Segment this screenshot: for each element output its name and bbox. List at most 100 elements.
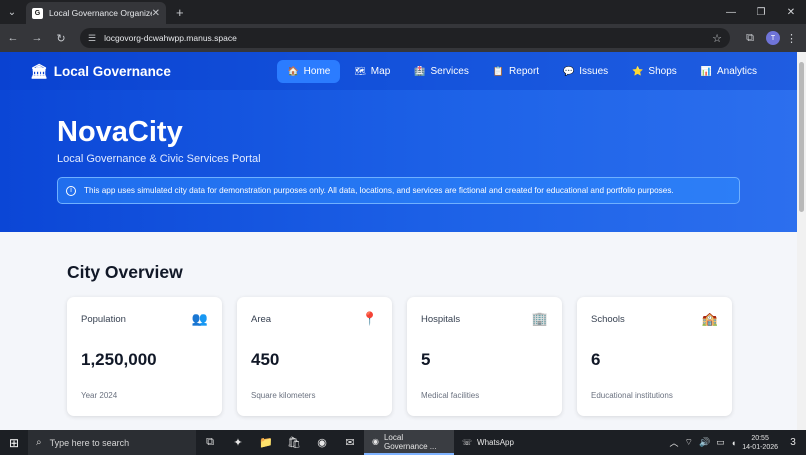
nav-item-report[interactable]: 📋 Report <box>483 60 549 83</box>
page-scrollbar[interactable] <box>797 52 806 430</box>
notification-count: 3 <box>790 437 796 448</box>
nav-issues-icon: 💬 <box>563 65 575 76</box>
browser-menu-icon[interactable]: ⋮ <box>786 32 797 45</box>
nav-item-label: Analytics <box>716 65 757 77</box>
minimize-icon[interactable]: — <box>716 0 746 24</box>
nav-menu: 🏠 Home 🗺 Map 🏥 Services 📋 Report 💬 Issues ⭐ Shops 📊 A… <box>277 59 767 83</box>
overview-cards: Population 👥 1,250,000 Year 2024 Area 📍 450 Squ… <box>67 297 732 416</box>
forward-icon[interactable]: → <box>26 27 48 49</box>
clock-date: 14-01-2026 <box>742 443 778 451</box>
task-view-icon[interactable]: ⧉ <box>196 430 224 455</box>
clock-time: 20:55 <box>751 434 769 442</box>
profile-avatar[interactable]: T <box>766 31 780 45</box>
nav-item-label: Report <box>509 65 540 77</box>
tab-favicon: G <box>32 7 43 19</box>
address-bar[interactable]: ☰ locgovorg-dcwahwpp.manus.space ☆ <box>80 28 730 48</box>
nav-analytics-icon: 📊 <box>700 65 712 76</box>
window-controls: — ❐ ✕ <box>716 0 806 24</box>
nav-item-shops[interactable]: ⭐ Shops <box>622 60 687 83</box>
stat-value: 6 <box>591 350 601 369</box>
stat-value: 5 <box>421 350 431 369</box>
nav-shops-icon: ⭐ <box>632 65 644 76</box>
tab-title: Local Governance Organizer <box>49 8 152 18</box>
nav-item-analytics[interactable]: 📊 Analytics <box>691 60 767 83</box>
reload-icon[interactable]: ↻ <box>50 27 72 49</box>
volume-icon[interactable]: 🔊 <box>699 437 710 448</box>
demo-notice-banner: i This app uses simulated city data for … <box>57 177 740 204</box>
tab-search-icon[interactable]: ⌄ <box>0 0 24 24</box>
tab-close-icon[interactable]: ✕ <box>152 8 160 19</box>
nav-home-icon: 🏠 <box>287 65 299 76</box>
window-close-icon[interactable]: ✕ <box>776 0 806 24</box>
speaker-icon[interactable]: ◖ <box>731 438 736 448</box>
network-icon[interactable]: ⌔ <box>685 437 693 448</box>
brand[interactable]: 🏛 Local Governance <box>30 63 171 80</box>
mail-icon[interactable]: ✉ <box>336 430 364 455</box>
bookmark-star-icon[interactable]: ☆ <box>712 32 722 45</box>
nav-item-services[interactable]: 🏥 Services <box>404 60 479 83</box>
browser-toolbar: ← → ↻ ☰ locgovorg-dcwahwpp.manus.space ☆… <box>0 24 806 52</box>
nav-item-home[interactable]: 🏠 Home <box>277 59 341 83</box>
store-icon[interactable]: 🛍 <box>280 430 308 455</box>
file-explorer-icon[interactable]: 📁 <box>252 430 280 455</box>
restore-icon[interactable]: ❐ <box>746 0 776 24</box>
nav-item-map[interactable]: 🗺 Map <box>344 60 400 83</box>
taskbar-app-browser[interactable]: ◉ Local Governance ... <box>364 430 454 455</box>
whatsapp-icon: ☏ <box>462 438 473 447</box>
brand-name: Local Governance <box>53 63 171 79</box>
battery-icon[interactable]: ▭ <box>716 437 725 448</box>
stat-label: Hospitals <box>421 314 461 325</box>
chrome-small-icon: ◉ <box>372 437 379 446</box>
hero-section: 🏛 Local Governance 🏠 Home 🗺 Map 🏥 Services 📋 Re… <box>0 52 797 232</box>
stat-card-area: Area 📍 450 Square kilometers <box>237 297 392 416</box>
stat-label: Area <box>251 314 272 325</box>
hospital-icon: 🏢 <box>531 311 548 326</box>
city-title: NovaCity <box>57 116 183 148</box>
stat-card-schools: Schools 🏫 6 Educational institutions <box>577 297 732 416</box>
stat-note: Educational institutions <box>591 391 673 400</box>
map-pin-icon: 📍 <box>361 311 378 326</box>
city-overview-section: City Overview Population 👥 1,250,000 Year 2… <box>0 232 797 430</box>
search-icon: ⌕ <box>36 437 42 448</box>
nav-item-label: Shops <box>648 65 677 77</box>
portal-subtitle: Local Governance & Civic Services Portal <box>57 153 261 165</box>
back-icon[interactable]: ← <box>2 27 24 49</box>
extensions-icon[interactable]: ⧉ <box>740 32 760 45</box>
taskbar-search-placeholder: Type here to search <box>49 437 130 448</box>
info-icon: i <box>66 185 76 196</box>
school-icon: 🏫 <box>701 311 718 326</box>
stat-value: 1,250,000 <box>81 350 157 369</box>
notifications-icon[interactable]: 3 <box>784 437 802 448</box>
stat-label: Population <box>81 314 126 325</box>
section-heading: City Overview <box>67 262 183 282</box>
stat-note: Medical facilities <box>421 391 480 400</box>
taskbar-app-whatsapp[interactable]: ☏ WhatsApp <box>454 430 544 455</box>
taskbar-app-label: Local Governance ... <box>383 432 437 451</box>
new-tab-button[interactable]: + <box>176 5 184 20</box>
nav-item-label: Home <box>303 65 331 77</box>
nav-item-label: Issues <box>579 65 609 77</box>
system-tray: ︿ ⌔ 🔊 ▭ ◖ 20:55 14-01-2026 3 <box>670 434 806 452</box>
stat-label: Schools <box>591 314 625 325</box>
chrome-icon[interactable]: ◉ <box>308 430 336 455</box>
browser-tab[interactable]: G Local Governance Organizer ✕ <box>26 2 166 24</box>
taskbar-search[interactable]: ⌕ Type here to search <box>28 430 196 455</box>
stat-card-population: Population 👥 1,250,000 Year 2024 <box>67 297 222 416</box>
windows-start-icon[interactable]: ⊞ <box>0 430 28 455</box>
nav-item-issues[interactable]: 💬 Issues <box>553 60 618 83</box>
clock[interactable]: 20:55 14-01-2026 <box>742 434 778 452</box>
site-info-icon[interactable]: ☰ <box>88 33 96 44</box>
copilot-icon[interactable]: ✦ <box>224 430 252 455</box>
scrollbar-thumb[interactable] <box>799 62 804 212</box>
top-navigation: 🏛 Local Governance 🏠 Home 🗺 Map 🏥 Services 📋 Re… <box>0 52 797 90</box>
tray-chevron-icon[interactable]: ︿ <box>670 436 679 449</box>
page-viewport: 🏛 Local Governance 🏠 Home 🗺 Map 🏥 Services 📋 Re… <box>0 52 797 430</box>
users-icon: 👥 <box>191 311 208 326</box>
demo-notice-text: This app uses simulated city data for de… <box>84 186 674 195</box>
url-text[interactable]: locgovorg-dcwahwpp.manus.space <box>104 33 712 43</box>
stat-note: Square kilometers <box>251 391 316 400</box>
nav-item-label: Services <box>430 65 469 77</box>
browser-tabstrip: ⌄ G Local Governance Organizer ✕ + — ❐ ✕ <box>0 0 806 24</box>
nav-report-icon: 📋 <box>492 65 505 76</box>
stat-value: 450 <box>251 350 280 369</box>
